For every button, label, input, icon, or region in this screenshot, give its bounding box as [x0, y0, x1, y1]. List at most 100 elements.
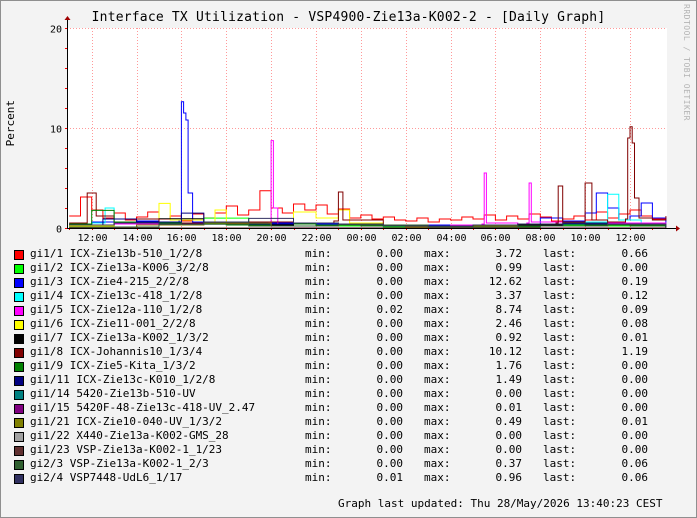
legend-max-label: max:: [424, 443, 451, 456]
legend-min-value: 0.00: [376, 373, 404, 386]
x-tick-label: 20:00: [256, 233, 286, 244]
legend-last-label: last:: [543, 387, 577, 400]
legend-min-label: min:: [305, 261, 332, 274]
legend-max-label: max:: [424, 373, 451, 386]
y-tick-label: 20: [50, 25, 62, 36]
x-tick-label: 14:00: [122, 233, 152, 244]
legend-min-label: min:: [305, 387, 332, 400]
legend-swatch: [14, 376, 24, 386]
legend-last-value: 0.01: [621, 415, 649, 428]
legend-last-label: last:: [543, 345, 577, 358]
legend-series-name: gi1/8 ICX-Johannis10_1/3/4: [30, 345, 203, 358]
x-tick-label: 02:00: [391, 233, 421, 244]
legend-swatch: [14, 292, 24, 302]
legend-series-name: gi1/3 ICX-Zie4-215_2/2/8: [30, 275, 189, 288]
legend-max-value: 0.00: [495, 443, 523, 456]
legend-series-name: gi1/2 ICX-Zie13a-K006_3/2/8: [30, 261, 209, 274]
y-tick-label: 10: [50, 125, 62, 136]
legend-row: gi1/4 ICX-Zie13c-418_1/2/8 min: 0.00 max: 3.…: [0, 289, 697, 303]
legend-last-value: 0.00: [621, 429, 649, 442]
legend-last-label: last:: [543, 359, 577, 372]
legend-swatch: [14, 320, 24, 330]
legend-max-label: max:: [424, 457, 451, 470]
y-tick-label: 0: [56, 225, 62, 236]
legend-min-value: 0.00: [376, 401, 404, 414]
legend-min-value: 0.00: [376, 317, 404, 330]
legend-max-value: 1.76: [495, 359, 523, 372]
legend-max-value: 3.72: [495, 247, 523, 260]
legend-swatch: [14, 404, 24, 414]
legend-min-value: 0.00: [376, 415, 404, 428]
legend-last-value: 0.00: [621, 401, 649, 414]
legend-row: gi1/22 X440-Zie13a-K002-GMS_28 min: 0.00 ma…: [0, 429, 697, 443]
legend-last-label: last:: [543, 275, 577, 288]
legend-swatch: [14, 306, 24, 316]
legend-max-value: 0.96: [495, 471, 523, 484]
legend-series-name: gi1/15 5420F-48-Zie13c-418-UV_2.47: [30, 401, 256, 414]
legend-row: gi1/8 ICX-Johannis10_1/3/4 min: 0.00 max: 10…: [0, 345, 697, 359]
x-tick-label: 12:00: [615, 233, 645, 244]
legend-min-label: min:: [305, 443, 332, 456]
legend-last-value: 0.00: [621, 387, 649, 400]
legend-last-value: 1.19: [621, 345, 649, 358]
legend-swatch: [14, 250, 24, 260]
legend-min-value: 0.01: [376, 471, 404, 484]
legend-max-value: 3.37: [495, 289, 523, 302]
legend-min-value: 0.00: [376, 289, 404, 302]
legend-last-label: last:: [543, 261, 577, 274]
legend-min-value: 0.00: [376, 331, 404, 344]
legend-max-label: max:: [424, 401, 451, 414]
legend-last-label: last:: [543, 471, 577, 484]
last-updated-footer: Graph last updated: Thu 28/May/2026 13:4…: [338, 497, 663, 510]
x-tick-label: 16:00: [166, 233, 196, 244]
legend-row: gi1/5 ICX-Zie12a-110_1/2/8 min: 0.02 max: 8.…: [0, 303, 697, 317]
legend-row: gi1/21 ICX-Zie10-040-UV_1/3/2 min: 0.00 max…: [0, 415, 697, 429]
legend-max-label: max:: [424, 289, 451, 302]
legend-min-label: min:: [305, 429, 332, 442]
x-tick-label: 10:00: [570, 233, 600, 244]
legend-min-label: min:: [305, 317, 332, 330]
legend-min-label: min:: [305, 345, 332, 358]
legend-last-label: last:: [543, 429, 577, 442]
legend-max-value: 0.00: [495, 429, 523, 442]
legend-last-label: last:: [543, 443, 577, 456]
legend-max-value: 8.74: [495, 303, 523, 316]
legend-last-value: 0.09: [621, 303, 649, 316]
legend-min-label: min:: [305, 359, 332, 372]
legend-row: gi2/3 VSP-Zie13a-K002-1_2/3 min: 0.00 max: 0…: [0, 457, 697, 471]
legend-min-value: 0.00: [376, 345, 404, 358]
legend-last-value: 0.19: [621, 275, 649, 288]
legend-max-label: max:: [424, 359, 451, 372]
legend-last-value: 0.00: [621, 261, 649, 274]
legend-series-name: gi1/6 ICX-Zie11-001_2/2/8: [30, 317, 196, 330]
legend-row: gi1/23 VSP-Zie13a-K002-1_1/23 min: 0.00 max…: [0, 443, 697, 457]
legend-row: gi1/11 ICX-Zie13c-K010_1/2/8 min: 0.00 max:…: [0, 373, 697, 387]
legend-max-label: max:: [424, 261, 451, 274]
legend-last-label: last:: [543, 457, 577, 470]
legend-last-value: 0.00: [621, 359, 649, 372]
legend-max-label: max:: [424, 317, 451, 330]
legend-min-label: min:: [305, 457, 332, 470]
x-tick-label: 06:00: [480, 233, 510, 244]
legend-swatch: [14, 432, 24, 442]
legend-series-name: gi1/1 ICX-Zie13b-510_1/2/8: [30, 247, 203, 260]
legend-last-value: 0.00: [621, 373, 649, 386]
legend-series-name: gi1/11 ICX-Zie13c-K010_1/2/8: [30, 373, 216, 386]
legend-series-name: gi1/4 ICX-Zie13c-418_1/2/8: [30, 289, 203, 302]
legend-swatch: [14, 446, 24, 456]
legend-last-label: last:: [543, 331, 577, 344]
legend-swatch: [14, 362, 24, 372]
legend-max-value: 10.12: [488, 345, 522, 358]
legend-series-name: gi2/4 VSP7448-UdL6_1/17: [30, 471, 183, 484]
legend-min-value: 0.00: [376, 261, 404, 274]
legend-row: gi1/2 ICX-Zie13a-K006_3/2/8 min: 0.00 max: 0…: [0, 261, 697, 275]
legend-min-value: 0.00: [376, 275, 404, 288]
legend-min-value: 0.00: [376, 429, 404, 442]
x-tick-label: 22:00: [301, 233, 331, 244]
legend-min-value: 0.00: [376, 443, 404, 456]
legend-row: gi2/4 VSP7448-UdL6_1/17 min: 0.01 max: 0.96 l…: [0, 471, 697, 485]
legend-last-value: 0.12: [621, 289, 649, 302]
legend-max-label: max:: [424, 415, 451, 428]
legend-max-value: 0.01: [495, 401, 523, 414]
legend-swatch: [14, 334, 24, 344]
